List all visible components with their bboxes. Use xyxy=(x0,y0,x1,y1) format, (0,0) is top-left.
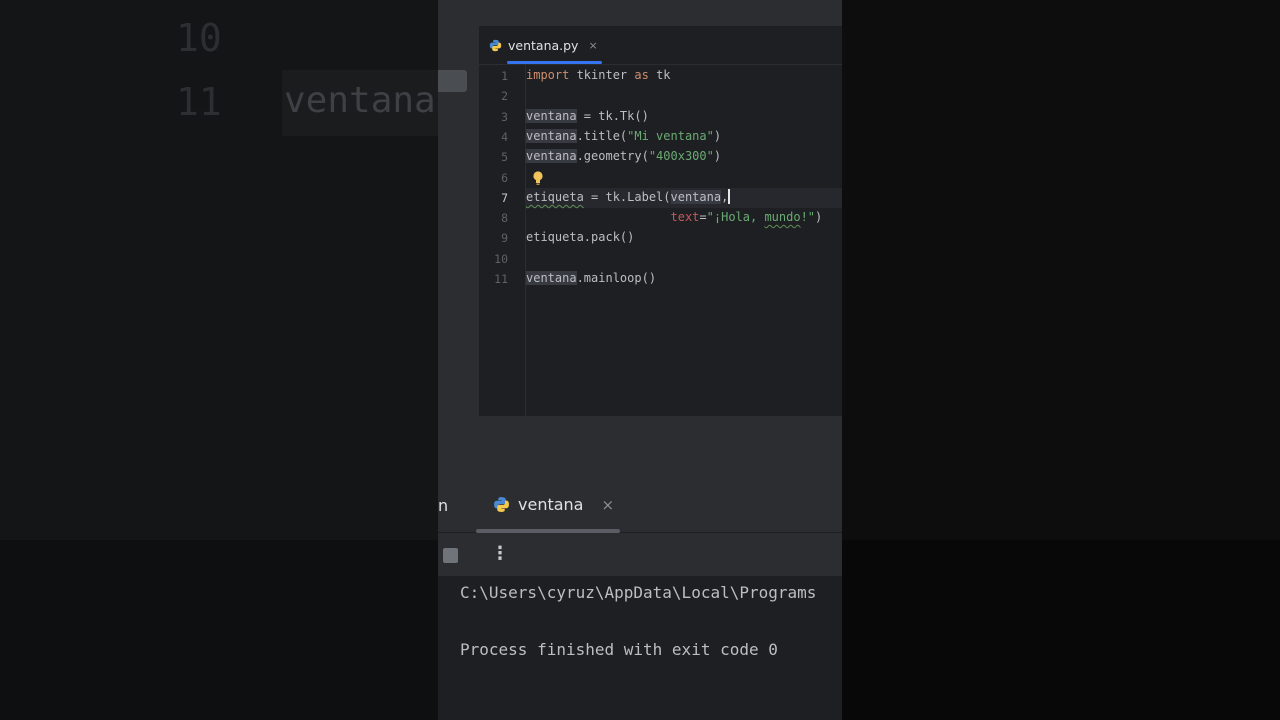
blurred-line-number: 10 xyxy=(176,16,222,60)
code-token: ventana xyxy=(526,271,577,285)
code-token: .title( xyxy=(576,128,628,143)
code-line: ventana.geometry("400x300") xyxy=(526,146,721,166)
line-number: 7 xyxy=(501,190,508,205)
code-line: ventana.mainloop() xyxy=(526,268,656,288)
code-token: = tk.Label( xyxy=(583,189,671,204)
line-number: 5 xyxy=(501,150,508,165)
line-number: 11 xyxy=(494,272,508,286)
code-token: .geometry( xyxy=(576,149,649,164)
code-token: ) xyxy=(713,149,722,164)
code-token: ventana xyxy=(526,149,577,164)
code-token: = xyxy=(699,210,707,225)
code-line: import tkinter as tk xyxy=(526,65,671,85)
code-token: etiqueta.pack() xyxy=(526,230,635,245)
close-icon[interactable]: × xyxy=(601,496,614,514)
line-number: 3 xyxy=(501,109,508,124)
editor-tab-label: ventana.py xyxy=(508,37,579,53)
python-icon xyxy=(494,497,509,512)
line-number: 6 xyxy=(501,170,508,185)
line-number: 9 xyxy=(501,231,508,246)
code-token: mundo xyxy=(764,210,801,225)
code-line: ventana.title("Mi ventana") xyxy=(526,126,721,146)
ide-window: ventana.py × 1 2 3 4 5 6 7 8 9 10 11 import tkinte… xyxy=(438,0,842,720)
stop-icon[interactable] xyxy=(443,548,458,563)
code-line: etiqueta = tk.Label(ventana, xyxy=(526,187,730,207)
line-number: 2 xyxy=(501,89,508,104)
console-output[interactable]: C:\Users\cyruz\AppData\Local\Programs Pr… xyxy=(438,576,842,720)
code-token: etiqueta xyxy=(526,189,584,204)
code-line: text="¡Hola, mundo!") xyxy=(526,207,823,227)
run-tab-bar: n ventana × xyxy=(438,486,842,533)
console-line: Process finished with exit code 0 xyxy=(460,640,778,659)
code-token: ) xyxy=(815,210,823,225)
code-token: "¡Hola, xyxy=(706,210,765,225)
code-token: text xyxy=(670,210,700,225)
project-tree-selection[interactable] xyxy=(438,70,467,92)
run-tab-partial-label[interactable]: n xyxy=(438,496,448,515)
lightbulb-icon[interactable] xyxy=(532,170,544,186)
run-toolbar: ⋮ xyxy=(438,533,842,576)
code-token: .mainloop() xyxy=(576,271,657,285)
code-editor: ventana.py × 1 2 3 4 5 6 7 8 9 10 11 import tkinte… xyxy=(479,26,842,416)
run-tab-label: ventana xyxy=(518,495,584,514)
code-token: = tk.Tk() xyxy=(576,108,649,123)
background-blur-left: 10 11 ventana xyxy=(0,0,438,720)
blurred-code-text: ventana xyxy=(284,80,436,121)
python-icon xyxy=(489,39,502,51)
code-line: ventana = tk.Tk() xyxy=(526,106,649,126)
code-token: ventana xyxy=(526,108,577,123)
code-token: !" xyxy=(800,210,816,225)
text-caret xyxy=(728,188,730,204)
line-number: 8 xyxy=(501,211,508,226)
panel-separator xyxy=(438,416,842,486)
editor-tab-bar: ventana.py × xyxy=(479,26,842,65)
blurred-panel xyxy=(842,0,1280,540)
code-token: tkinter xyxy=(569,68,635,82)
more-options-icon[interactable]: ⋮ xyxy=(491,542,509,566)
code-token: import xyxy=(526,68,570,82)
code-token: tk xyxy=(648,68,671,82)
line-number: 4 xyxy=(501,129,508,144)
line-number: 10 xyxy=(494,251,508,266)
code-token: ventana xyxy=(670,189,722,204)
line-number-gutter: 1 2 3 4 5 6 7 8 9 10 11 xyxy=(479,64,526,416)
project-strip xyxy=(438,26,479,416)
blurred-line-number: 11 xyxy=(176,80,222,124)
code-line: etiqueta.pack() xyxy=(526,227,634,247)
code-token: as xyxy=(634,68,649,82)
line-number: 1 xyxy=(501,69,508,83)
blurred-code: ventana xyxy=(282,70,438,136)
console-line: C:\Users\cyruz\AppData\Local\Programs xyxy=(460,583,817,602)
code-token: , xyxy=(721,189,729,204)
editor-tab-ventana-py[interactable]: ventana.py × xyxy=(489,34,598,56)
background-blur-right xyxy=(842,0,1280,720)
code-token: "Mi ventana" xyxy=(627,128,714,143)
code-area[interactable]: import tkinter as tk ventana = tk.Tk() ven… xyxy=(526,64,842,416)
close-icon[interactable]: × xyxy=(588,39,597,52)
run-tab-ventana[interactable]: ventana × xyxy=(493,495,614,514)
code-token: ventana xyxy=(526,128,577,143)
title-bar xyxy=(438,0,842,26)
code-token: "400x300" xyxy=(648,149,714,164)
code-token: ) xyxy=(713,128,722,143)
